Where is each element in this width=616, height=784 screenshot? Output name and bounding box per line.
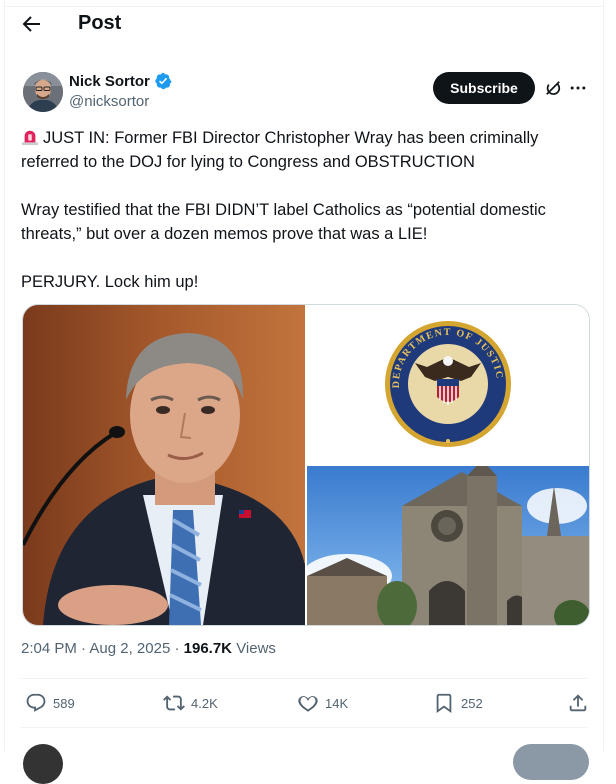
- reply-count: 589: [53, 695, 75, 711]
- tweet-paragraph-3: PERJURY. Lock him up!: [21, 273, 199, 291]
- share-icon: [569, 694, 587, 712]
- media-church[interactable]: [302, 460, 589, 625]
- meta-separator-2: ·: [174, 640, 180, 657]
- post-date[interactable]: Aug 2, 2025: [89, 640, 170, 657]
- media-doj-seal[interactable]: DEPARTMENT OF JUSTICE: [303, 305, 589, 464]
- siren-emoji-icon: [21, 130, 39, 146]
- like-icon: [298, 696, 318, 712]
- reply-composer-avatar[interactable]: [23, 744, 63, 784]
- post-meta: 2:04 PM · Aug 2, 2025 · 196.7K Views: [21, 640, 276, 657]
- engagement-bar: 589 4.2K 14K 252: [21, 684, 587, 724]
- share-button[interactable]: [567, 692, 589, 714]
- media-photo-wray[interactable]: [23, 305, 305, 625]
- reply-icon: [26, 693, 46, 712]
- like-count: 14K: [325, 695, 349, 711]
- subscribe-button[interactable]: Subscribe: [433, 72, 535, 104]
- media-grid: DEPARTMENT OF JUSTICE: [22, 304, 590, 626]
- tweet-paragraph-1: JUST IN: Former FBI Director Christopher…: [21, 129, 539, 171]
- post-time[interactable]: 2:04 PM: [21, 640, 77, 657]
- divider-bottom: [21, 727, 587, 728]
- tweet-paragraph: JUST IN: Former FBI Director Christopher…: [21, 126, 589, 174]
- views-label: Views: [236, 640, 276, 657]
- avatar[interactable]: [23, 72, 63, 112]
- author-name[interactable]: Nick Sortor: [69, 72, 172, 90]
- tweet-text: JUST IN: Former FBI Director Christopher…: [21, 126, 589, 318]
- verified-badge-icon: [155, 72, 172, 90]
- author-handle[interactable]: @nicksortor: [69, 93, 149, 110]
- like-button[interactable]: 14K: [297, 692, 348, 714]
- bookmark-count: 252: [461, 695, 483, 711]
- reply-button[interactable]: 589: [25, 692, 75, 714]
- more-icon[interactable]: [568, 78, 588, 98]
- page-title: Post: [78, 12, 122, 34]
- repost-icon: [163, 695, 185, 711]
- post-column: Post Nick Sortor @nicksortor Subscribe J…: [4, 0, 604, 784]
- repost-button[interactable]: 4.2K: [163, 692, 218, 714]
- back-arrow-icon[interactable]: [19, 12, 43, 36]
- author-name-text: Nick Sortor: [69, 72, 150, 90]
- grok-icon[interactable]: [543, 78, 563, 98]
- bookmark-icon: [436, 693, 452, 714]
- views-count: 196.7K: [183, 640, 233, 657]
- divider: [21, 678, 587, 679]
- reply-composer-button[interactable]: [513, 744, 589, 780]
- tweet-paragraph-2: Wray testified that the FBI DIDN’T label…: [21, 201, 546, 243]
- bookmark-button[interactable]: 252: [433, 692, 483, 714]
- meta-separator: ·: [81, 640, 87, 657]
- top-divider: [5, 6, 603, 7]
- repost-count: 4.2K: [191, 695, 218, 711]
